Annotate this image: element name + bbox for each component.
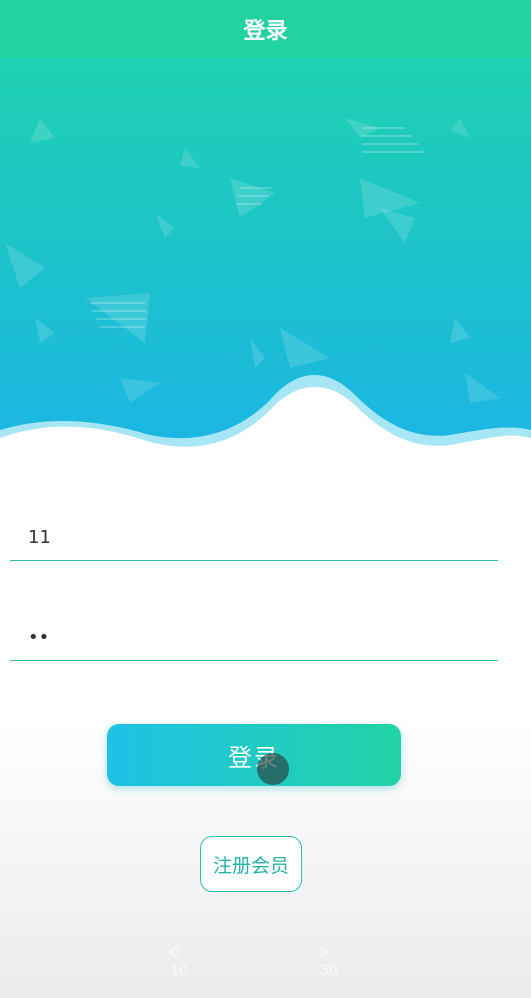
password-field[interactable] bbox=[10, 614, 498, 661]
video-controls: ⟲ 10 ⟳ 30 bbox=[160, 945, 360, 985]
touch-indicator bbox=[257, 753, 289, 785]
wave-divider bbox=[0, 375, 531, 480]
forward-seconds: 30 bbox=[320, 963, 338, 979]
header-bar: 登录 bbox=[0, 0, 531, 58]
register-button[interactable]: 注册会员 bbox=[200, 836, 302, 892]
rewind-icon[interactable]: ⟲ bbox=[168, 945, 180, 961]
page-title: 登录 bbox=[243, 19, 288, 44]
forward-icon[interactable]: ⟳ bbox=[318, 945, 330, 961]
username-field[interactable] bbox=[10, 514, 498, 561]
username-input[interactable] bbox=[10, 514, 498, 560]
password-input[interactable] bbox=[10, 614, 498, 660]
login-button[interactable]: 登录 bbox=[107, 724, 401, 786]
rewind-seconds: 10 bbox=[170, 963, 188, 979]
